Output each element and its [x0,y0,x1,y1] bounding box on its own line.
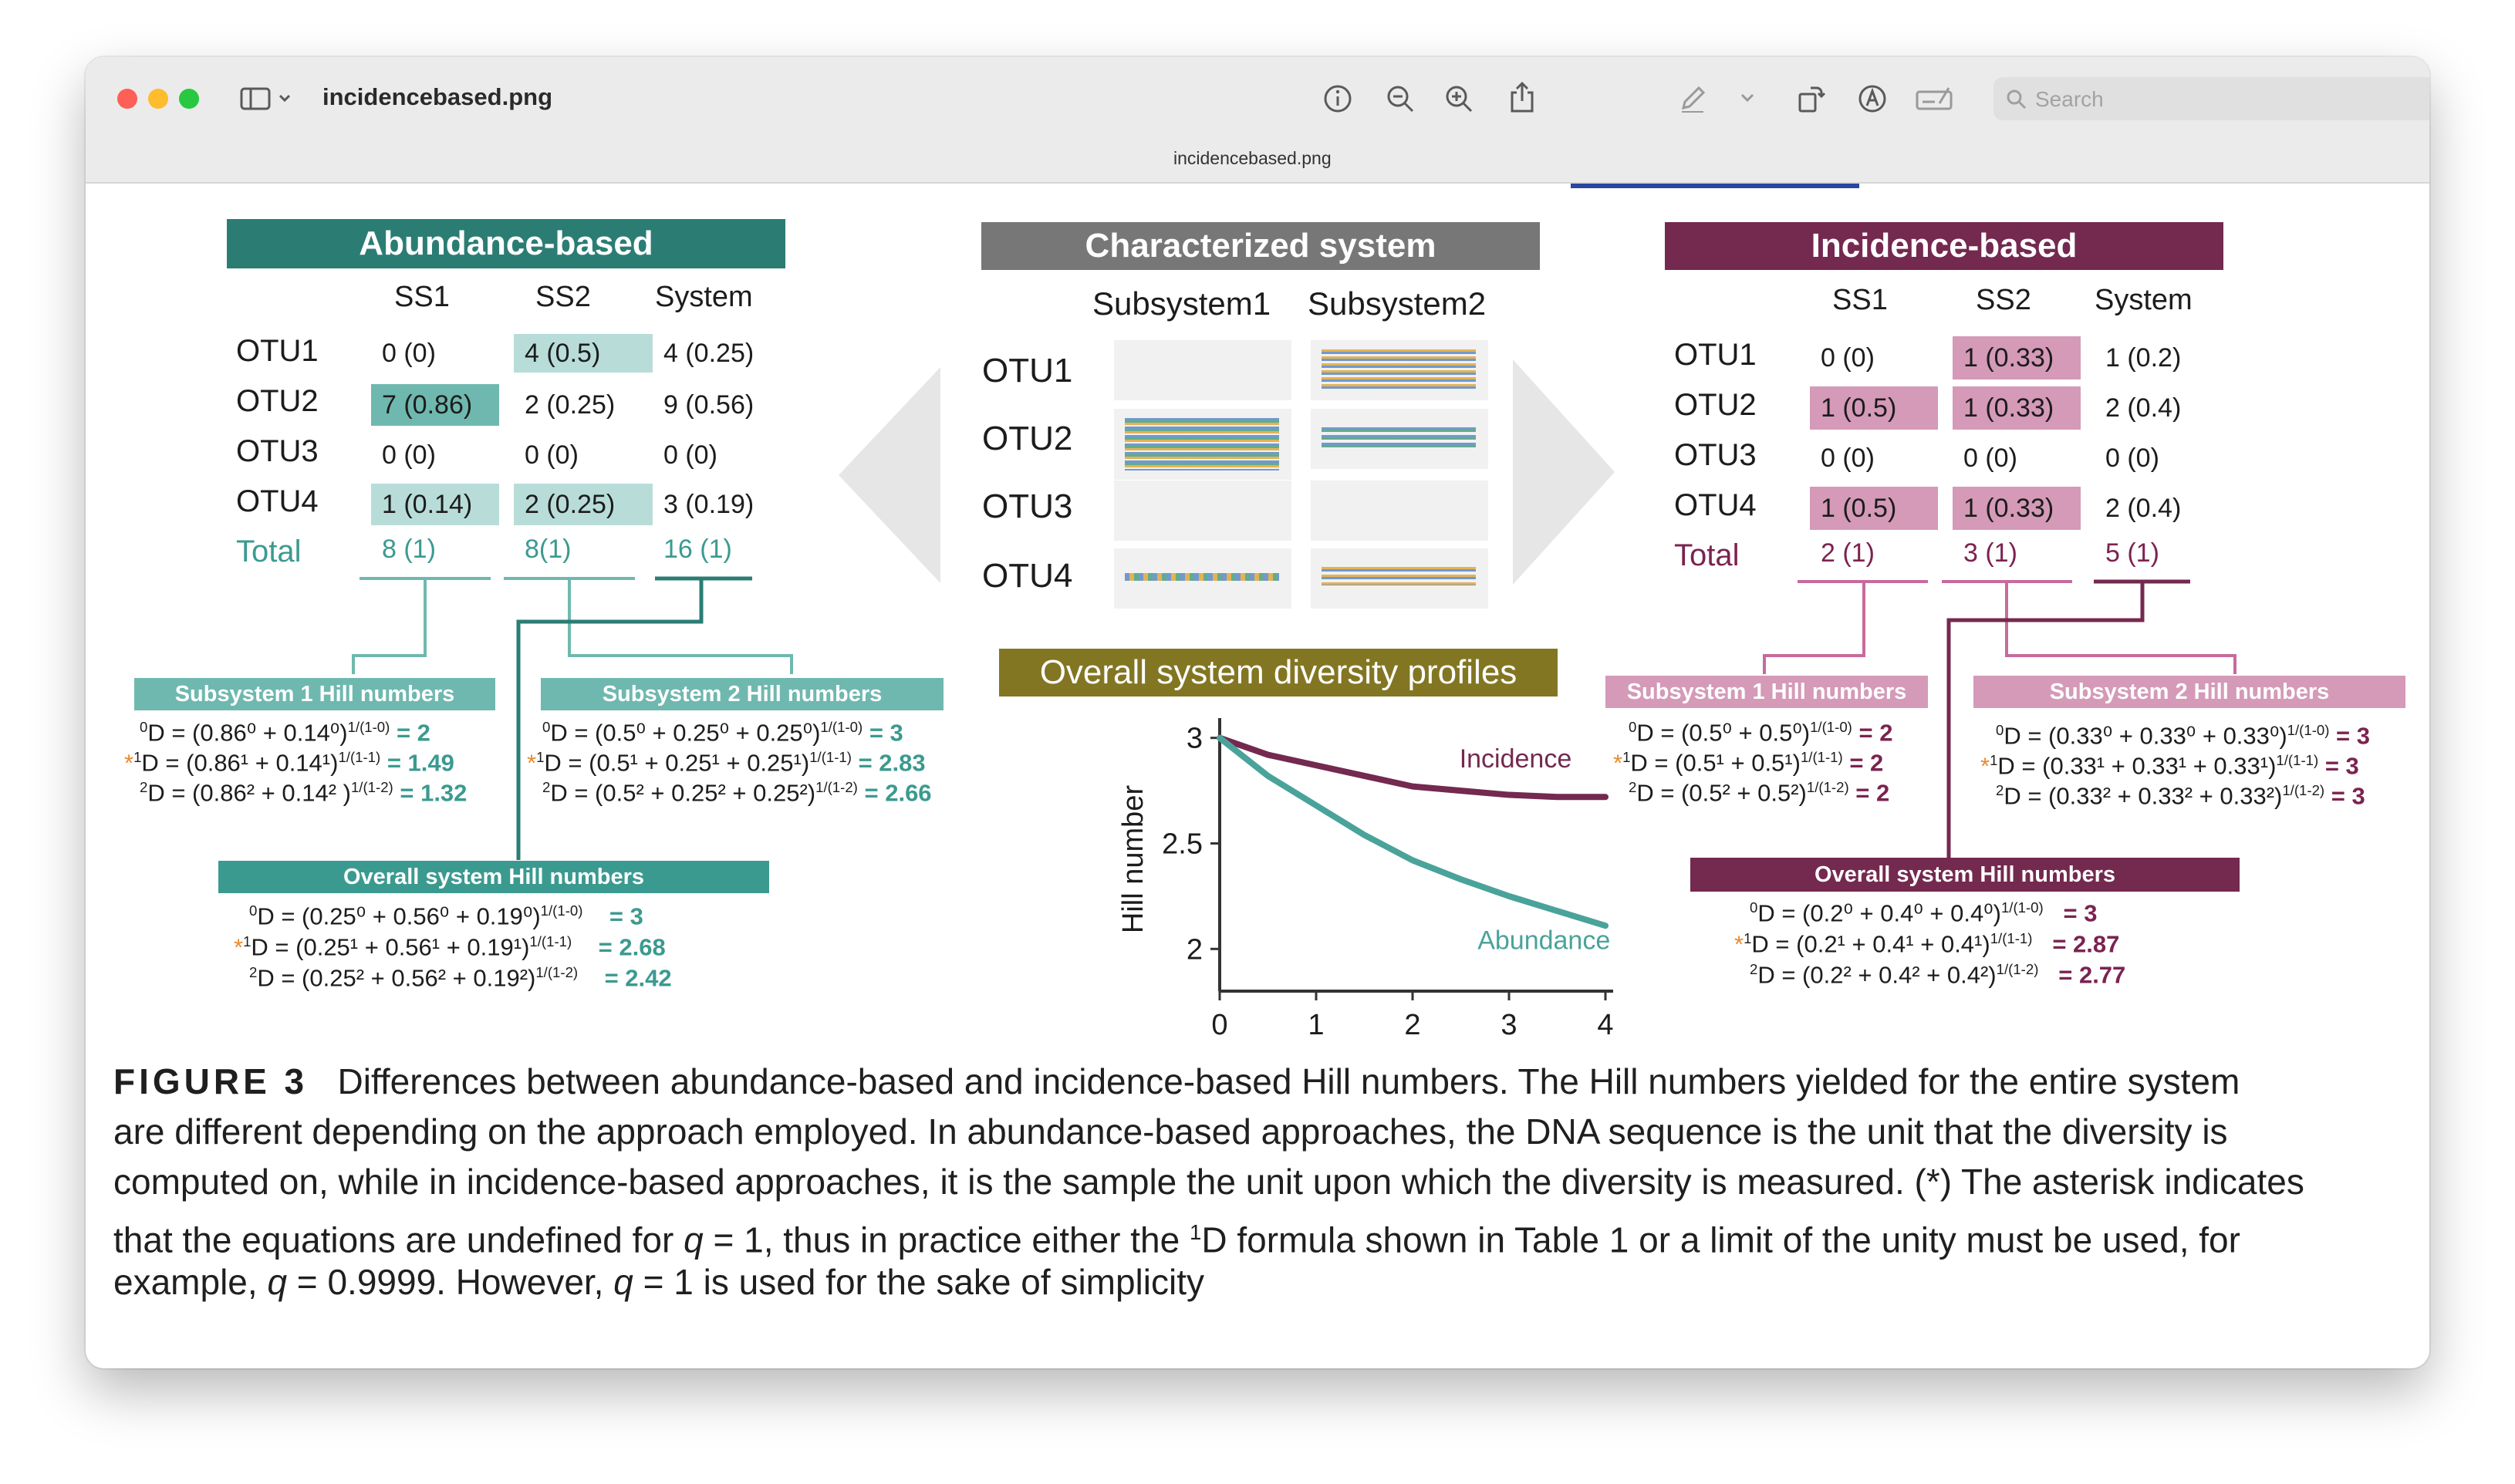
image-canvas: Abundance-based SS1 SS2 System OTU1 OTU2… [86,184,2429,1368]
characterized-row: OTU4 [982,557,1073,595]
caption-label: FIGURE 3 [113,1061,309,1101]
y-tick-label: 3 [1187,723,1203,755]
sequence-block [1311,340,1488,400]
incidence-row-label: OTU4 [1674,488,1757,522]
sidebar-toggle-icon[interactable] [240,86,294,115]
incidence-cell: 0 (0) [1821,343,1875,373]
incidence-row-label: OTU3 [1674,438,1757,472]
hill-equation-q0: 0D = (0.2⁰ + 0.4⁰ + 0.4⁰)1/(1-0) = 3 [1750,899,2098,927]
incidence-cell: 1 (0.5) [1810,487,1938,530]
incidence-cell: 0 (0) [1963,444,2017,473]
y-axis-label: Hill number [1117,785,1149,934]
zoom-out-icon[interactable] [1385,83,1416,118]
caption-line: computed on, while in incidence-based ap… [113,1162,2304,1202]
x-tick-label: 2 [1404,1009,1420,1041]
chevron-down-icon[interactable] [1740,93,1755,107]
share-icon[interactable] [1507,80,1538,118]
incidence-header: Incidence-based [1665,222,2223,270]
search-placeholder: Search [2035,87,2104,111]
incidence-total-cell: 3 (1) [1963,538,2017,568]
incidence-ss2-hill-equations: 0D = (0.33⁰ + 0.33⁰ + 0.33⁰)1/(1-0) = 3 … [1974,716,2403,816]
diversity-profile-chart: 0 1 2 3 4 2 2.5 3 Order of diversity (q) Hill num… [1117,718,1614,1051]
caption-line: are different depending on the approach … [113,1111,2228,1152]
y-tick-label: 2 [1187,933,1203,966]
hill-equation-q1: *1D = (0.2¹ + 0.4¹ + 0.4¹)1/(1-1) = 2.87 [1734,930,2120,958]
series-label-incidence: Incidence [1460,744,1572,774]
rotate-icon[interactable] [1795,83,1826,118]
incidence-col-ss2: SS2 [1976,284,2031,316]
series-label-abundance: Abundance [1477,926,1610,955]
hill-equation-q0: 0D = (0.33⁰ + 0.33⁰ + 0.33⁰)1/(1-0) = 3 [1996,722,2371,750]
zoom-in-icon[interactable] [1443,83,1474,118]
incidence-ss1-hill-header: Subsystem 1 Hill numbers [1605,676,1928,708]
form-fill-icon[interactable] [1915,85,1953,116]
incidence-cell: 0 (0) [2105,444,2159,473]
characterized-col: Subsystem2 [1308,285,1487,322]
arrow-right-shape [1513,359,1615,585]
x-tick-label: 0 [1211,1009,1227,1041]
zoom-button[interactable] [179,89,199,109]
incidence-total-cell: 2 (1) [1821,538,1875,568]
close-button[interactable] [117,89,137,109]
sequence-block [1114,409,1291,480]
incidence-cell: 2 (0.4) [2105,494,2182,523]
sequence-block-empty [1311,481,1488,541]
title-bar: incidencebased.png Search incidencebased… [86,57,2429,184]
hill-equation-q2: 2D = (0.33² + 0.33² + 0.33²)1/(1-2) = 3 [1996,782,2365,810]
window-title: incidencebased.png [322,83,553,110]
hill-equation-q2: 2D = (0.5² + 0.5²)1/(1-2) = 2 [1629,779,1890,807]
characterized-row: OTU2 [982,420,1073,457]
sequence-block [1311,548,1488,609]
incidence-total-label: Total [1674,538,1740,572]
x-tick-label: 3 [1501,1009,1517,1041]
arrow-left-shape [839,367,940,583]
incidence-col-ss1: SS1 [1832,284,1888,316]
characterized-row: OTU1 [982,352,1073,390]
incidence-row-label: OTU1 [1674,338,1757,372]
incidence-cell: 1 (0.2) [2105,343,2182,373]
incidence-ss2-hill-header: Subsystem 2 Hill numbers [1973,676,2405,708]
incidence-row-label: OTU2 [1674,388,1757,422]
hill-equation-q1: *1D = (0.5¹ + 0.5¹)1/(1-1) = 2 [1613,749,1884,777]
characterized-header: Characterized system [981,222,1540,270]
incidence-cell: 2 (0.4) [2105,393,2182,423]
caption-line: FIGURE 3 Differences between abundance-b… [113,1061,2240,1101]
search-field[interactable]: Search [1993,77,2429,120]
characterized-col: Subsystem1 [1092,285,1271,322]
characterized-row: OTU3 [982,487,1073,525]
profiles-header: Overall system diversity profiles [999,649,1558,696]
markup-toolbar-icon[interactable] [1857,83,1888,118]
y-tick-label: 2.5 [1162,828,1203,860]
incidence-cell: 1 (0.33) [1953,386,2081,430]
incidence-cell: 1 (0.33) [1953,487,2081,530]
x-tick-label: 1 [1308,1009,1324,1041]
hill-equation-q2: 2D = (0.2² + 0.4² + 0.4²)1/(1-2) = 2.77 [1750,961,2126,989]
incidence-overall-hill-header: Overall system Hill numbers [1690,858,2240,892]
minimize-button[interactable] [148,89,168,109]
x-tick-label: 4 [1597,1009,1613,1041]
sequence-block [1311,409,1488,469]
markup-pen-icon[interactable] [1677,83,1708,118]
incidence-cell: 0 (0) [1821,444,1875,473]
hill-equation-q0: 0D = (0.5⁰ + 0.5⁰)1/(1-0) = 2 [1629,719,1893,747]
incidence-cell: 1 (0.5) [1810,386,1938,430]
incidence-cell: 1 (0.33) [1953,336,2081,379]
sequence-block-empty [1114,340,1291,400]
sequence-block-empty [1114,481,1291,541]
incidence-total-cell: 5 (1) [2105,538,2159,568]
search-icon [2007,89,2027,110]
x-axis-label: Order of diversity (q) [1279,1049,1546,1051]
caption-line: example, q = 0.9999. However, q = 1 is u… [113,1262,1204,1302]
info-icon[interactable] [1322,83,1353,118]
sequence-block [1114,548,1291,609]
document-subtitle: incidencebased.png [1173,148,1332,168]
preview-window: incidencebased.png Search incidencebased… [86,57,2429,1368]
incidence-col-system: System [2095,284,2193,316]
hill-equation-q1: *1D = (0.33¹ + 0.33¹ + 0.33¹)1/(1-1) = 3 [1980,752,2359,780]
